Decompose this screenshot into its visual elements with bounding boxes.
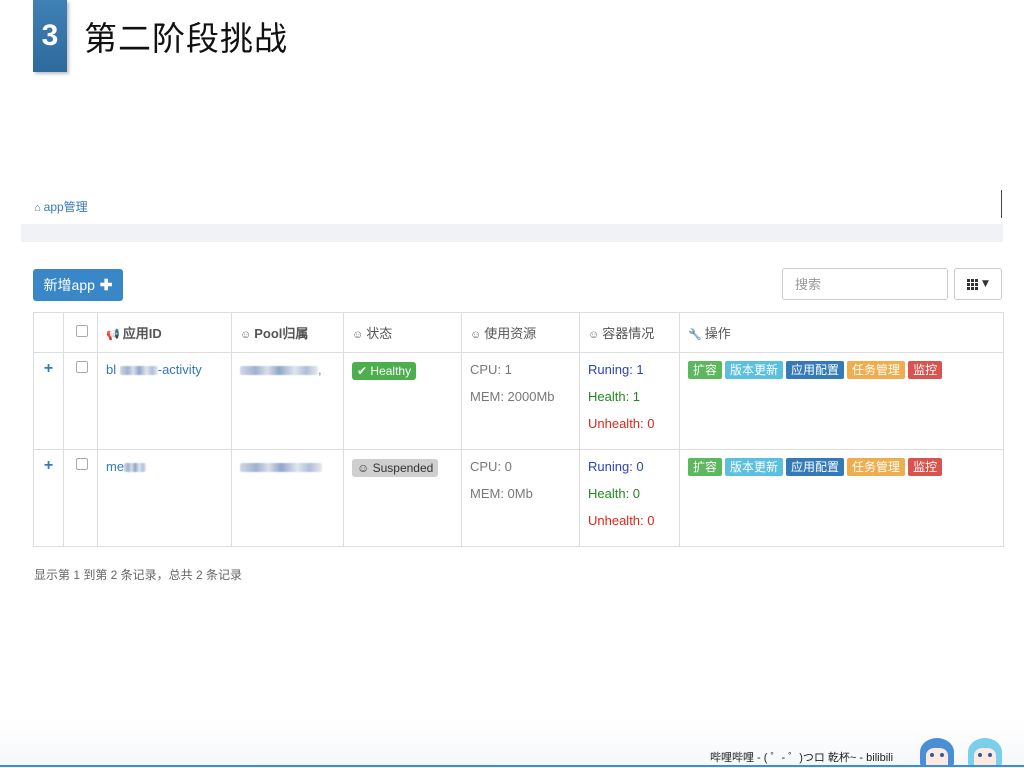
mascot-icon: [968, 738, 1002, 766]
health-count: Health: 0: [588, 486, 641, 501]
mem-value: MEM: 2000Mb: [470, 389, 555, 404]
caret-down-icon: ▼: [982, 279, 989, 289]
slide-number: 3: [33, 0, 67, 72]
header-resources[interactable]: ☺ 使用资源: [461, 312, 580, 353]
redacted-text: [240, 366, 318, 376]
health-count: Health: 1: [588, 389, 641, 404]
smile-icon: ☺: [352, 329, 364, 341]
app-config-button[interactable]: 应用配置: [786, 361, 845, 379]
slide-title: 第二阶段挑战: [84, 19, 288, 58]
smile-icon: ☺: [357, 461, 370, 475]
table-header-row: 📢 应用ID ☺ Pool归属 ☺ 状态 ☺ 使用资源 ☺ 容器情况 🔧 操作: [33, 312, 1004, 353]
unhealth-count: Unhealth: 0: [588, 513, 655, 528]
smile-icon: ☺: [470, 329, 482, 341]
running-count: Runing: 0: [588, 459, 644, 474]
smile-icon: ☺: [588, 329, 600, 341]
header-actions: 🔧 操作: [679, 312, 1004, 353]
table-row: + bl -activity , ✔ Healthy CPU: 1 MEM: 2…: [33, 352, 1004, 450]
pagination-summary: 显示第 1 到第 2 条记录，总共 2 条记录: [34, 568, 243, 582]
pool-value: [240, 459, 322, 474]
home-icon: ⌂: [34, 202, 41, 214]
running-count: Runing: 1: [588, 362, 644, 377]
header-app-id[interactable]: 📢 应用ID: [97, 312, 232, 353]
footer-line: [0, 765, 1024, 767]
header-divider-band: [21, 224, 1003, 242]
version-update-button[interactable]: 版本更新: [725, 458, 784, 476]
header-status[interactable]: ☺ 状态: [343, 312, 462, 353]
header-pool[interactable]: ☺ Pool归属: [231, 312, 344, 353]
header-select: [63, 312, 98, 353]
row-actions: 扩容 版本更新 应用配置 任务管理 监控: [688, 458, 995, 476]
breadcrumb-label: app管理: [43, 200, 88, 214]
header-expand: [33, 312, 64, 353]
row-actions: 扩容 版本更新 应用配置 任务管理 监控: [688, 361, 995, 379]
app-id-link[interactable]: bl -activity: [106, 362, 202, 377]
header-containers[interactable]: ☺ 容器情况: [579, 312, 680, 353]
scale-button[interactable]: 扩容: [688, 361, 723, 379]
text-cursor-bar: [1001, 190, 1002, 218]
mascot-icon: [920, 738, 954, 766]
add-app-button[interactable]: 新增app ✚: [33, 269, 123, 301]
mem-value: MEM: 0Mb: [470, 486, 533, 501]
expand-row-button[interactable]: +: [42, 458, 55, 474]
expand-row-button[interactable]: +: [42, 361, 55, 377]
task-manage-button[interactable]: 任务管理: [847, 361, 906, 379]
monitor-button[interactable]: 监控: [908, 361, 943, 379]
bullhorn-icon: 📢: [106, 329, 120, 341]
grid-icon: [967, 278, 979, 290]
redacted-text: [119, 366, 158, 376]
row-checkbox[interactable]: [76, 361, 88, 373]
plus-icon: ✚: [99, 277, 113, 294]
unhealth-count: Unhealth: 0: [588, 416, 655, 431]
cpu-value: CPU: 0: [470, 459, 512, 474]
status-badge: ✔ Healthy: [352, 362, 417, 380]
cpu-value: CPU: 1: [470, 362, 512, 377]
task-manage-button[interactable]: 任务管理: [847, 458, 906, 476]
monitor-button[interactable]: 监控: [908, 458, 943, 476]
search-input[interactable]: [782, 268, 948, 300]
wrench-icon: 🔧: [688, 329, 702, 341]
redacted-text: [240, 463, 322, 473]
smile-icon: ☺: [240, 329, 252, 341]
apps-table: 📢 应用ID ☺ Pool归属 ☺ 状态 ☺ 使用资源 ☺ 容器情况 🔧 操作 + bl -…: [33, 312, 1004, 547]
redacted-text: [124, 463, 147, 473]
app-config-button[interactable]: 应用配置: [786, 458, 845, 476]
breadcrumb[interactable]: ⌂ app管理: [34, 198, 88, 215]
add-app-label: 新增app: [43, 277, 95, 293]
row-checkbox[interactable]: [76, 458, 88, 470]
pool-value: ,: [240, 362, 322, 377]
footer-text: 哔哩哔哩 - ( ゜- ゜)つロ 乾杯~ - bilibili: [710, 752, 894, 764]
status-badge: ☺ Suspended: [352, 459, 439, 477]
select-all-checkbox[interactable]: [76, 325, 88, 337]
columns-toggle-button[interactable]: ▼: [954, 268, 1002, 300]
version-update-button[interactable]: 版本更新: [725, 361, 784, 379]
check-circle-icon: ✔: [357, 364, 368, 378]
table-row: + me ☺ Suspended CPU: 0 MEM: 0Mb Runing:…: [33, 449, 1004, 547]
scale-button[interactable]: 扩容: [688, 458, 723, 476]
app-id-link[interactable]: me: [106, 459, 147, 474]
